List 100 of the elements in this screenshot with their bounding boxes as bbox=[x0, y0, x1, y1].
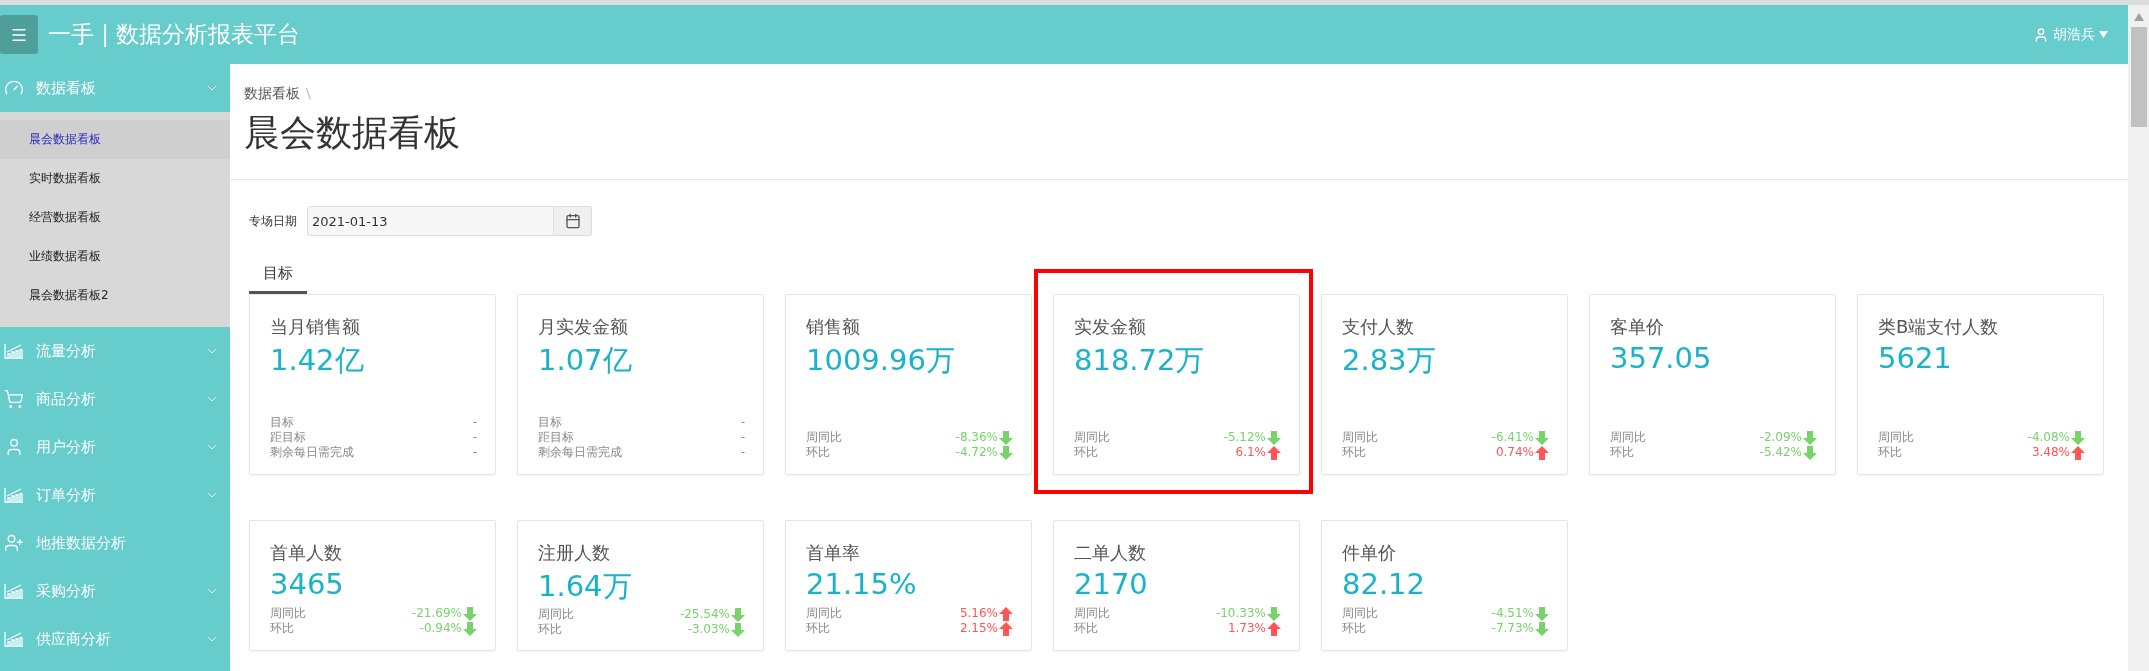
user-add-icon bbox=[4, 533, 24, 553]
card-value: 2170 bbox=[1074, 567, 1149, 601]
breadcrumb-link[interactable]: 数据看板 bbox=[244, 85, 300, 103]
metric-label: 周同比 bbox=[1342, 430, 1378, 445]
sidebar-item[interactable]: 流量分析 bbox=[0, 327, 230, 375]
metric-label: 距目标 bbox=[270, 430, 306, 445]
metric-value: - bbox=[472, 415, 477, 430]
card-value: 82.12 bbox=[1342, 567, 1427, 601]
metric-value: -7.73% bbox=[1491, 621, 1534, 636]
bar-chart-icon bbox=[4, 583, 24, 599]
cart-icon bbox=[4, 389, 24, 409]
metric-value: -10.33% bbox=[1215, 606, 1266, 621]
submenu-item[interactable]: 实时数据看板 bbox=[0, 159, 230, 198]
metric-value: -21.69% bbox=[411, 606, 462, 621]
metric-label: 环比 bbox=[806, 621, 830, 636]
sidebar-item[interactable]: 订单分析 bbox=[0, 471, 230, 519]
bar-chart-icon bbox=[4, 343, 24, 359]
card-title: 类B端支付人数 bbox=[1878, 315, 2000, 339]
metric-label: 周同比 bbox=[1342, 606, 1378, 621]
metric-label: 环比 bbox=[270, 621, 294, 636]
metric-label: 周同比 bbox=[806, 606, 842, 621]
sidebar-item[interactable]: 数据看板 bbox=[0, 64, 230, 112]
metric-value: -4.72% bbox=[955, 445, 998, 460]
card-title: 当月销售额 bbox=[270, 315, 361, 339]
sidebar-item[interactable]: 用户分析 bbox=[0, 423, 230, 471]
metric-value: - bbox=[740, 415, 745, 430]
metric-value: 1.73% bbox=[1227, 621, 1266, 636]
metric-value: -6.41% bbox=[1491, 430, 1534, 445]
tab[interactable]: 目标 bbox=[249, 260, 307, 294]
card-value: 357.05 bbox=[1610, 341, 1713, 375]
sidebar-item[interactable]: 采购分析 bbox=[0, 567, 230, 615]
metric-label: 剩余每日需完成 bbox=[270, 445, 354, 460]
metric-label: 环比 bbox=[538, 622, 562, 637]
metric-value: -25.54% bbox=[679, 607, 730, 622]
metric-label: 周同比 bbox=[1074, 430, 1110, 445]
submenu-item[interactable]: 晨会数据看板2 bbox=[0, 276, 230, 315]
bar-chart-icon bbox=[4, 631, 24, 647]
metric-value: - bbox=[740, 430, 745, 445]
card-value: 21.15% bbox=[806, 567, 918, 601]
metric-value: 5.16% bbox=[959, 606, 998, 621]
card-value: 1.07亿 bbox=[538, 342, 633, 379]
card-title: 支付人数 bbox=[1342, 315, 1415, 339]
metric-value: 6.1% bbox=[1235, 445, 1266, 460]
metric-label: 周同比 bbox=[1878, 430, 1914, 445]
metric-label: 环比 bbox=[806, 445, 830, 460]
metric-label: 周同比 bbox=[1610, 430, 1646, 445]
calendar-icon bbox=[564, 213, 581, 229]
metric-label: 目标 bbox=[538, 415, 562, 430]
metric-label: 周同比 bbox=[1074, 606, 1110, 621]
sidebar-item[interactable]: 商品分析 bbox=[0, 375, 230, 423]
metric-label: 环比 bbox=[1878, 445, 1902, 460]
metric-value: -4.08% bbox=[2027, 430, 2070, 445]
card-title: 首单人数 bbox=[270, 541, 343, 565]
card-value: 5621 bbox=[1878, 341, 1953, 375]
card-value: 818.72万 bbox=[1074, 342, 1206, 379]
submenu-item[interactable]: 经营数据看板 bbox=[0, 198, 230, 237]
card-title: 客单价 bbox=[1610, 315, 1665, 339]
metric-label: 环比 bbox=[1342, 621, 1366, 636]
scrollbar[interactable] bbox=[2128, 5, 2149, 671]
card-title: 首单率 bbox=[806, 541, 861, 565]
card-title: 月实发金额 bbox=[538, 315, 629, 339]
metric-label: 周同比 bbox=[270, 606, 306, 621]
date-field[interactable]: 2021-01-13 bbox=[307, 206, 554, 236]
metric-value: -4.51% bbox=[1491, 606, 1534, 621]
metric-label: 环比 bbox=[1610, 445, 1634, 460]
metric-value: 0.74% bbox=[1495, 445, 1534, 460]
metric-value: -3.03% bbox=[687, 622, 730, 637]
caret-icon bbox=[2099, 31, 2108, 38]
metric-value: -0.94% bbox=[419, 621, 462, 636]
metric-value: -8.36% bbox=[955, 430, 998, 445]
calendar-button[interactable] bbox=[554, 206, 592, 236]
card-title: 注册人数 bbox=[538, 541, 611, 565]
card-title: 实发金额 bbox=[1074, 315, 1147, 339]
breadcrumb-separator: \ bbox=[306, 85, 311, 103]
metric-value: - bbox=[740, 445, 745, 460]
submenu-item[interactable]: 晨会数据看板 bbox=[0, 120, 230, 159]
card-title: 二单人数 bbox=[1074, 541, 1147, 565]
scroll-up-icon bbox=[2133, 13, 2144, 21]
bar-chart-icon bbox=[4, 487, 24, 503]
metric-label: 周同比 bbox=[538, 607, 574, 622]
scroll-thumb[interactable] bbox=[2130, 27, 2147, 127]
card-value: 3465 bbox=[270, 567, 345, 601]
sidebar-item[interactable]: 地推数据分析 bbox=[0, 519, 230, 567]
metric-label: 周同比 bbox=[806, 430, 842, 445]
metric-value: -2.09% bbox=[1759, 430, 1802, 445]
metric-value: -5.12% bbox=[1223, 430, 1266, 445]
metric-value: 2.15% bbox=[959, 621, 998, 636]
sidebar-item[interactable]: 供应商分析 bbox=[0, 615, 230, 663]
metric-value: -5.42% bbox=[1759, 445, 1802, 460]
metric-label: 环比 bbox=[1342, 445, 1366, 460]
card-value: 1009.96万 bbox=[806, 342, 956, 379]
metric-value: - bbox=[472, 445, 477, 460]
metric-value: - bbox=[472, 430, 477, 445]
metric-label: 环比 bbox=[1074, 445, 1098, 460]
metric-value: 3.48% bbox=[2031, 445, 2070, 460]
submenu-item[interactable]: 业绩数据看板 bbox=[0, 237, 230, 276]
page-title: 晨会数据看板 bbox=[244, 111, 461, 155]
user-menu[interactable]: 胡浩兵 bbox=[2033, 25, 2108, 44]
menu-button[interactable] bbox=[0, 15, 38, 54]
card-value: 1.42亿 bbox=[270, 342, 365, 379]
